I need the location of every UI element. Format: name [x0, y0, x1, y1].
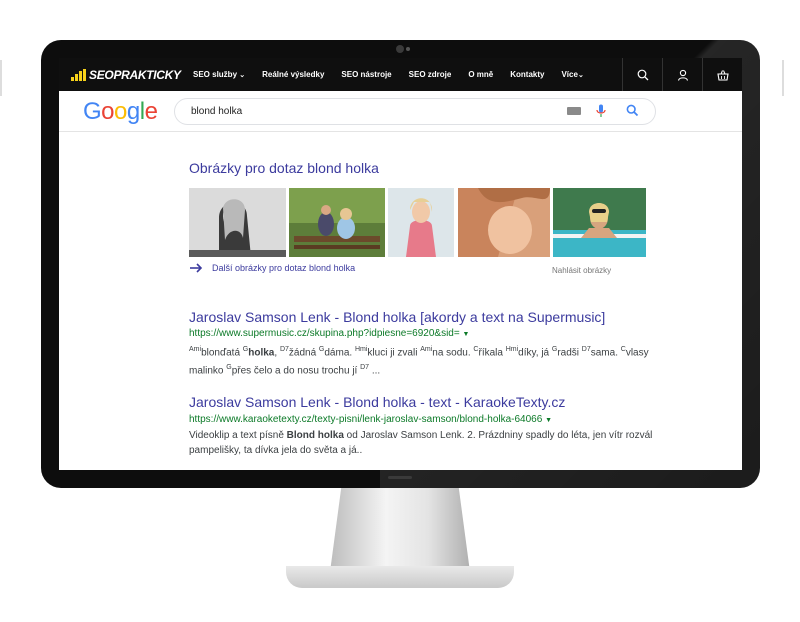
- chord-label: G: [226, 364, 232, 372]
- image-thumbnail-4[interactable]: [458, 188, 550, 257]
- report-images-link[interactable]: Nahlásit obrázky: [552, 266, 611, 275]
- caret-down-icon[interactable]: ▼: [545, 417, 552, 424]
- caret-down-icon[interactable]: ▼: [463, 331, 470, 338]
- google-logo-letter: o: [101, 98, 115, 125]
- google-logo-letter: e: [144, 98, 158, 125]
- chord-label: G: [551, 346, 558, 353]
- logo-text: SEOPRAKTICKY: [89, 67, 181, 82]
- result-snippet-2: Videoklip a text písně Blond holka od Ja…: [189, 430, 653, 456]
- site-navbar: SEOPRAKTICKY SEO služby ⌄ Reálné výsledk…: [59, 58, 742, 91]
- result-url-1[interactable]: https://www.supermusic.cz/skupina.php?id…: [189, 328, 469, 339]
- result-snippet-1: Amiblonďatá Gholka, D7žádná Gdáma. Hmikl…: [189, 346, 649, 377]
- image-thumbnail-1[interactable]: [189, 188, 286, 257]
- background-line-right: [782, 60, 784, 96]
- nav-item-kontakty[interactable]: Kontakty: [510, 70, 544, 79]
- monitor-screen: SEOPRAKTICKY SEO služby ⌄ Reálné výsledk…: [59, 58, 742, 470]
- webcam-sensor: [406, 47, 410, 51]
- chord-label: Hmi: [505, 346, 519, 353]
- nav-item-realne-vysledky[interactable]: Reálné výsledky: [262, 70, 324, 79]
- monitor-base: [286, 566, 514, 588]
- logo-bars-icon: [71, 68, 87, 81]
- nav-icon-group: [622, 58, 742, 91]
- result-url-2[interactable]: https://www.karaoketexty.cz/texty-pisni/…: [189, 414, 552, 425]
- nav-item-seo-zdroje[interactable]: SEO zdroje: [409, 70, 452, 79]
- background-line-left: [0, 60, 2, 96]
- search-input[interactable]: blond holka: [191, 106, 242, 117]
- result-title-2[interactable]: Jaroslav Samson Lenk - Blond holka - tex…: [189, 394, 565, 410]
- nav-item-vice[interactable]: Více⌄: [561, 70, 583, 79]
- more-images-label: Další obrázky pro dotaz blond holka: [212, 263, 356, 273]
- chevron-down-icon: ⌄: [577, 72, 584, 79]
- highlighted-term: holka: [248, 347, 275, 359]
- image-thumbnail-2[interactable]: [289, 188, 385, 257]
- google-logo-letter: o: [114, 98, 127, 125]
- site-logo[interactable]: SEOPRAKTICKY: [71, 68, 181, 82]
- microphone-icon[interactable]: [596, 104, 606, 123]
- chevron-down-icon: ⌄: [239, 72, 246, 79]
- chord-label: Hmi: [354, 346, 368, 353]
- search-box[interactable]: blond holka: [174, 98, 656, 125]
- nav-item-seo-nastroje[interactable]: SEO nástroje: [341, 70, 391, 79]
- google-header: Google blond holka: [59, 91, 742, 132]
- chord-label: C: [473, 346, 479, 353]
- image-thumbnail-3[interactable]: [388, 188, 454, 257]
- google-logo[interactable]: Google: [83, 98, 158, 126]
- result-title-1[interactable]: Jaroslav Samson Lenk - Blond holka [akor…: [189, 309, 605, 325]
- chord-label: C: [620, 346, 626, 353]
- images-heading[interactable]: Obrázky pro dotaz blond holka: [189, 160, 379, 176]
- basket-icon[interactable]: [702, 58, 742, 91]
- nav-item-seo-sluzby[interactable]: SEO služby ⌄: [193, 70, 245, 79]
- webcam-icon: [396, 45, 404, 53]
- chord-label: D7: [360, 364, 370, 372]
- more-images-link[interactable]: Další obrázky pro dotaz blond holka: [189, 263, 355, 273]
- highlighted-term: Blond holka: [286, 430, 344, 441]
- search-icon[interactable]: [622, 58, 662, 91]
- google-logo-letter: g: [126, 98, 140, 125]
- arrow-right-icon: [190, 263, 203, 273]
- user-icon[interactable]: [662, 58, 702, 91]
- google-logo-letter: G: [83, 98, 102, 125]
- chord-label: Ami: [420, 346, 433, 353]
- nav-menu: SEO služby ⌄ Reálné výsledky SEO nástroj…: [193, 70, 601, 79]
- chord-label: D7: [279, 346, 289, 353]
- search-submit-icon[interactable]: [626, 104, 639, 122]
- chord-label: D7: [581, 346, 591, 353]
- chord-label: G: [318, 346, 325, 353]
- keyboard-icon[interactable]: [567, 107, 581, 115]
- chord-label: Ami: [189, 346, 202, 353]
- nav-item-o-mne[interactable]: O mně: [468, 70, 493, 79]
- monitor-stand: [330, 488, 470, 572]
- monitor-chin-logo: [388, 476, 412, 479]
- image-thumbnail-5[interactable]: [553, 188, 646, 257]
